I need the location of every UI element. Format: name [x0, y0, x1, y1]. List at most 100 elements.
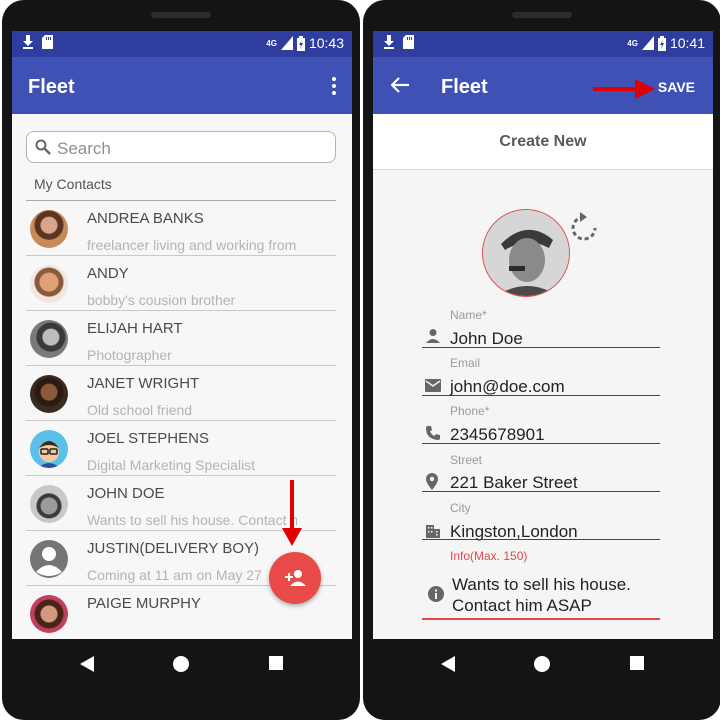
status-bar: 4G 10:41 [373, 31, 713, 57]
phone-icon [426, 426, 440, 440]
contact-name: ELIJAH HART [87, 320, 183, 337]
person-icon [426, 329, 440, 343]
phone-left: 4G 10:43 Fleet Search My Contacts ANDREA… [2, 0, 360, 720]
add-person-icon [285, 570, 306, 586]
avatar [30, 320, 68, 358]
contact-row[interactable]: ANDREA BANKS freelancer living and worki… [26, 201, 336, 256]
app-bar: Fleet [12, 57, 352, 114]
contact-photo[interactable] [482, 209, 570, 297]
street-underline [422, 491, 660, 492]
nav-bar [2, 639, 360, 720]
more-vert-icon[interactable] [332, 77, 336, 95]
avatar [30, 485, 68, 523]
search-input[interactable]: Search [26, 131, 336, 163]
app-bar: Fleet SAVE [373, 57, 713, 114]
info-label: Info(Max. 150) [450, 549, 528, 563]
sd-card-icon [42, 35, 53, 49]
contact-subtitle: Photographer [87, 347, 172, 363]
default-avatar-icon [30, 540, 68, 578]
status-time: 10:43 [308, 35, 344, 51]
speaker-grille [512, 12, 572, 18]
email-underline [422, 395, 660, 396]
info-icon [428, 586, 444, 602]
info-line-2: Contact him ASAP [452, 596, 592, 615]
app-title: Fleet [28, 76, 75, 98]
search-placeholder: Search [57, 139, 111, 158]
sd-card-icon [403, 35, 414, 49]
street-label: Street [450, 453, 483, 467]
avatar [30, 210, 68, 248]
back-arrow-icon[interactable] [391, 77, 409, 93]
network-type: 4G [627, 38, 638, 48]
nav-back-icon[interactable] [80, 656, 94, 672]
email-field[interactable]: john@doe.com [450, 377, 565, 397]
add-contact-fab[interactable] [269, 552, 321, 604]
create-title: Create New [499, 133, 587, 150]
contact-name: JOEL STEPHENS [87, 430, 209, 447]
nav-recents-icon[interactable] [630, 656, 644, 670]
email-icon [425, 379, 441, 392]
battery-icon [657, 35, 666, 51]
city-icon [426, 525, 440, 538]
contact-name: PAIGE MURPHY [87, 595, 201, 612]
nav-recents-icon[interactable] [269, 656, 283, 670]
download-icon [23, 35, 33, 49]
signal-icon [280, 36, 293, 50]
phone-label: Phone* [450, 404, 490, 418]
avatar [30, 265, 68, 303]
contacts-screen: 4G 10:43 Fleet Search My Contacts ANDREA… [12, 31, 352, 639]
create-contact-screen: 4G 10:41 Fleet SAVE Create New Name* Joh… [373, 31, 713, 639]
name-underline [422, 347, 660, 348]
info-field[interactable]: Wants to sell his house. Contact him ASA… [452, 574, 660, 616]
phone-underline [422, 443, 660, 444]
contact-subtitle: bobby's cousion brother [87, 292, 236, 308]
create-header: Create New [373, 114, 713, 170]
contact-name: JANET WRIGHT [87, 375, 200, 392]
contact-subtitle: Wants to sell his house. Contact him [87, 512, 297, 528]
name-field[interactable]: John Doe [450, 329, 523, 349]
avatar [30, 595, 68, 633]
status-time: 10:41 [669, 35, 705, 51]
network-type: 4G [266, 38, 277, 48]
contact-subtitle: Old school friend [87, 402, 193, 418]
contact-row[interactable]: JANET WRIGHT Old school friend [26, 366, 336, 421]
section-label: My Contacts [34, 176, 112, 192]
contact-name: ANDY [87, 265, 129, 282]
street-field[interactable]: 221 Baker Street [450, 473, 578, 493]
search-icon [35, 139, 51, 155]
contact-subtitle: freelancer living and working from [87, 237, 297, 253]
city-underline [422, 539, 660, 540]
nav-back-icon[interactable] [441, 656, 455, 672]
nav-bar [363, 639, 720, 720]
info-line-1: Wants to sell his house. [452, 575, 631, 594]
annotation-arrow-down [282, 480, 302, 546]
location-icon [426, 473, 438, 490]
status-bar: 4G 10:43 [12, 31, 352, 57]
phone-right: 4G 10:41 Fleet SAVE Create New Name* Joh… [363, 0, 720, 720]
contact-subtitle: Digital Marketing Specialist [87, 457, 256, 473]
speaker-grille [151, 12, 211, 18]
contact-row[interactable]: ELIJAH HART Photographer [26, 311, 336, 366]
nav-home-icon[interactable] [534, 656, 550, 672]
battery-icon [296, 35, 305, 51]
avatar [30, 430, 68, 468]
contact-name: JUSTIN(DELIVERY BOY) [87, 540, 259, 557]
annotation-arrow-right [593, 79, 655, 99]
save-button[interactable]: SAVE [658, 79, 695, 95]
contact-subtitle: Coming at 11 am on May 27 [87, 567, 262, 583]
refresh-icon[interactable] [570, 211, 598, 243]
contact-name: JOHN DOE [87, 485, 165, 502]
contact-name: ANDREA BANKS [87, 210, 204, 227]
city-label: City [450, 501, 471, 515]
info-underline [422, 618, 660, 620]
contact-row[interactable]: JOEL STEPHENS Digital Marketing Speciali… [26, 421, 336, 476]
nav-home-icon[interactable] [173, 656, 189, 672]
phone-field[interactable]: 2345678901 [450, 425, 545, 445]
name-label: Name* [450, 308, 487, 322]
app-title: Fleet [441, 76, 488, 98]
email-label: Email [450, 356, 481, 370]
contact-row[interactable]: ANDY bobby's cousion brother [26, 256, 336, 311]
signal-icon [641, 36, 654, 50]
avatar [30, 375, 68, 413]
download-icon [384, 35, 394, 49]
